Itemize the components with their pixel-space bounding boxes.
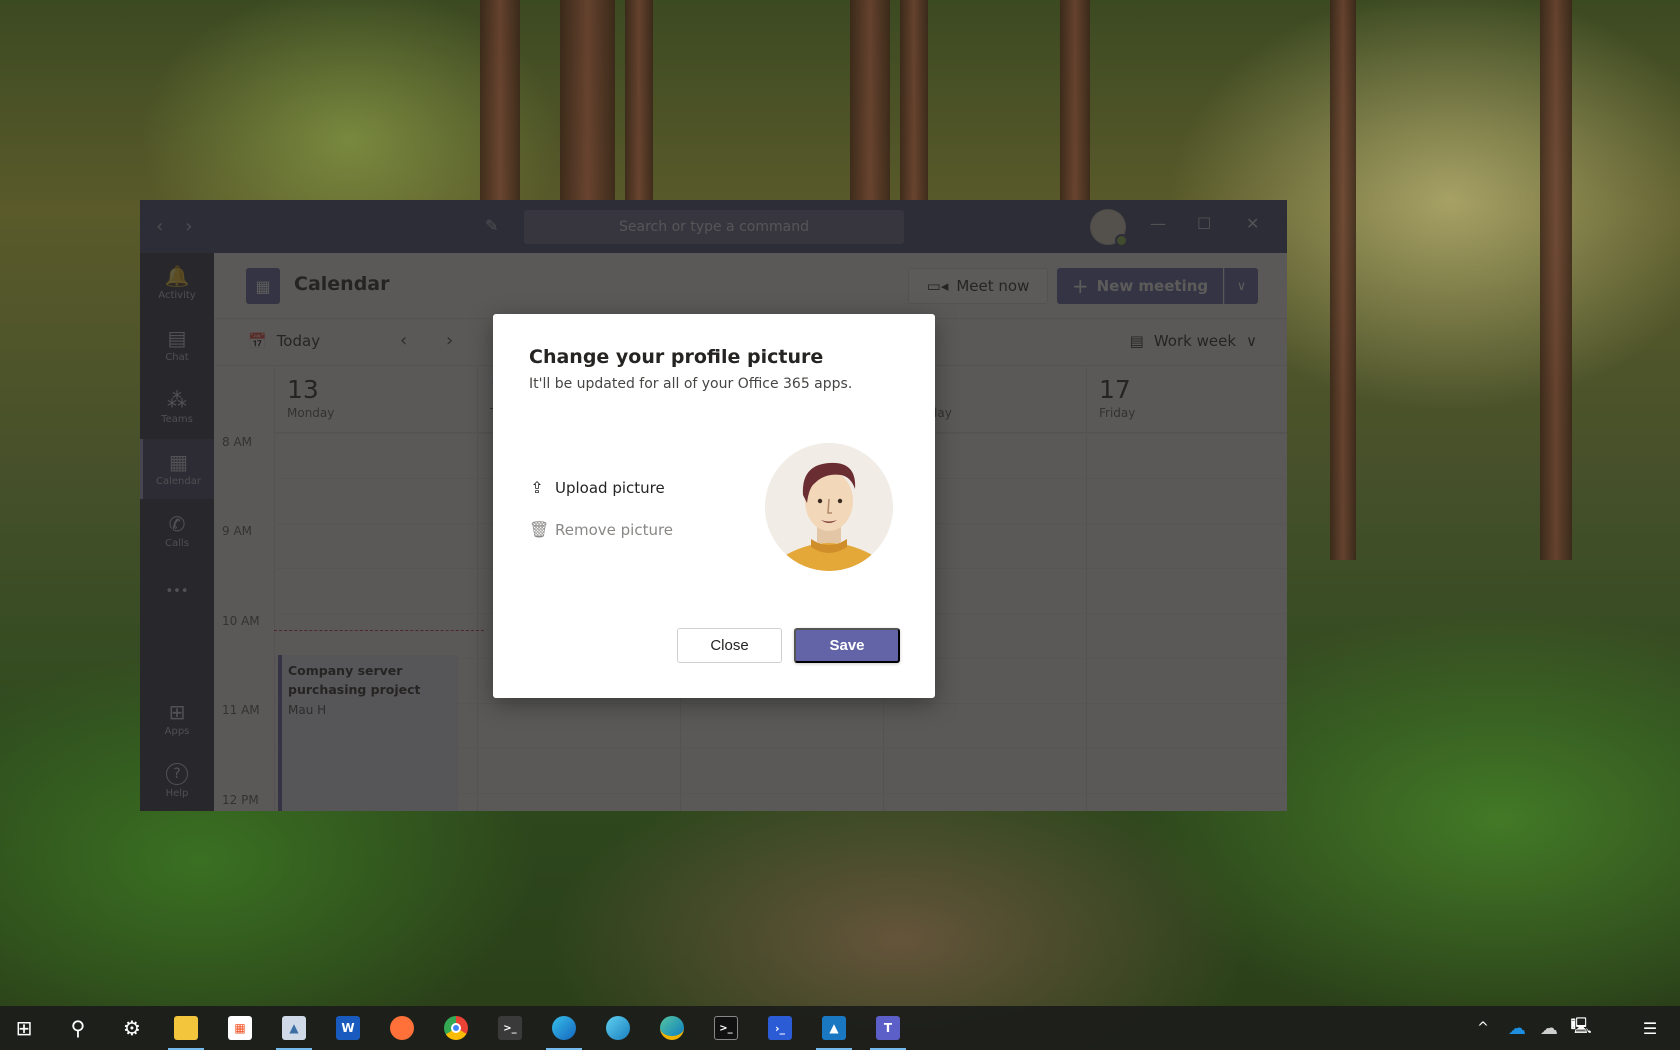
- cloud-icon: ☁: [1508, 1017, 1526, 1039]
- upload-picture-label: Upload picture: [555, 478, 665, 497]
- windows-icon: ⊞: [15, 1016, 33, 1040]
- taskbar-word[interactable]: W: [324, 1006, 372, 1050]
- taskbar-store[interactable]: ▦: [216, 1006, 264, 1050]
- action-center[interactable]: ☰: [1630, 1006, 1670, 1050]
- show-hidden-icons[interactable]: ^: [1470, 1006, 1496, 1050]
- chrome-icon: [444, 1016, 468, 1040]
- notifications-icon: ☰: [1642, 1018, 1658, 1038]
- powershell-icon: ›_: [768, 1016, 792, 1040]
- edge-icon: [552, 1016, 576, 1040]
- edge-beta-icon: [606, 1016, 630, 1040]
- edge-canary-icon: [660, 1016, 684, 1040]
- remove-picture-label: Remove picture: [555, 520, 674, 539]
- trash-icon: 🗑: [529, 520, 550, 539]
- teams-app-icon: T: [876, 1016, 900, 1040]
- dialog-subtitle: It'll be updated for all of your Office …: [529, 376, 853, 392]
- cmd-icon: >_: [714, 1016, 738, 1040]
- taskbar: ⊞ ⚲ ⚙ ▦ ▲ W >_ >_ ›_ ▲ T ^ ☁ ☁ 🖳 ☰: [0, 1006, 1680, 1050]
- taskbar-terminal[interactable]: >_: [486, 1006, 534, 1050]
- cloud-icon: ☁: [1540, 1017, 1558, 1039]
- taskbar-chrome[interactable]: [432, 1006, 480, 1050]
- upload-picture-button[interactable]: ⇪ Upload picture: [529, 478, 665, 497]
- start-button[interactable]: ⊞: [0, 1006, 48, 1050]
- save-button[interactable]: Save: [794, 628, 900, 663]
- taskbar-edge[interactable]: [540, 1006, 588, 1050]
- word-icon: W: [336, 1016, 360, 1040]
- taskbar-edge-beta[interactable]: [594, 1006, 642, 1050]
- network-icon: 🖳: [1570, 1015, 1592, 1035]
- taskbar-powershell[interactable]: ›_: [756, 1006, 804, 1050]
- terminal-icon: >_: [498, 1016, 522, 1040]
- close-button[interactable]: Close: [677, 628, 782, 663]
- change-profile-picture-dialog: Change your profile picture It'll be upd…: [493, 314, 935, 698]
- taskbar-teams[interactable]: T: [864, 1006, 912, 1050]
- taskbar-photo-editor[interactable]: ▲: [270, 1006, 318, 1050]
- onedrive-personal[interactable]: ☁: [1502, 1006, 1532, 1050]
- person-avatar-icon: [765, 443, 893, 571]
- folder-icon: [174, 1016, 198, 1040]
- store-icon: ▦: [228, 1016, 252, 1040]
- taskbar-photos[interactable]: ▲: [810, 1006, 858, 1050]
- network-status[interactable]: 🖳: [1566, 1006, 1596, 1050]
- image-edit-icon: ▲: [282, 1016, 306, 1040]
- taskbar-command-prompt[interactable]: >_: [702, 1006, 750, 1050]
- taskbar-edge-canary[interactable]: [648, 1006, 696, 1050]
- dialog-title: Change your profile picture: [529, 346, 824, 368]
- photos-icon: ▲: [822, 1016, 846, 1040]
- chevron-up-icon: ^: [1477, 1020, 1489, 1036]
- taskbar-firefox[interactable]: [378, 1006, 426, 1050]
- taskbar-settings[interactable]: ⚙: [108, 1006, 156, 1050]
- gear-icon: ⚙: [123, 1016, 141, 1040]
- profile-picture-preview: [765, 443, 893, 571]
- search-icon: ⚲: [70, 1016, 86, 1040]
- taskbar-search-button[interactable]: ⚲: [54, 1006, 102, 1050]
- onedrive-business[interactable]: ☁: [1534, 1006, 1564, 1050]
- remove-picture-button[interactable]: 🗑 Remove picture: [529, 520, 673, 539]
- file-upload-icon: ⇪: [530, 478, 544, 497]
- taskbar-file-explorer[interactable]: [162, 1006, 210, 1050]
- firefox-icon: [390, 1016, 414, 1040]
